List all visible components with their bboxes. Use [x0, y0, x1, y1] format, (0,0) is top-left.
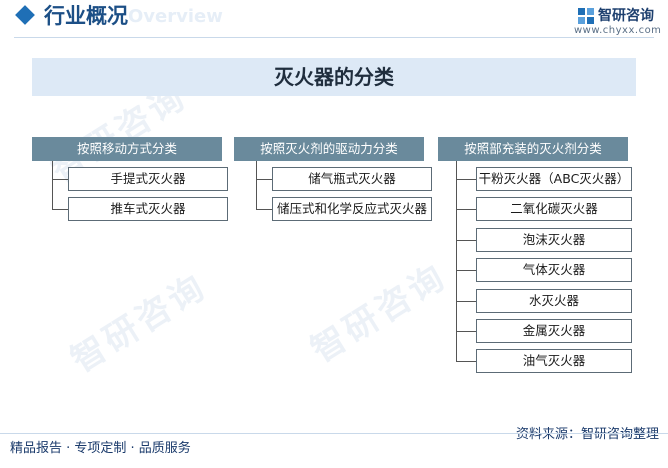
item-wheeled-extinguisher: 推车式灭火器 [68, 197, 228, 221]
header-diamond-icon [15, 5, 35, 25]
watermark-text: 智研咨询 [304, 256, 455, 371]
page-title: 行业概况 [44, 4, 128, 28]
item-foam-extinguisher: 泡沫灭火器 [476, 228, 632, 252]
connector-horizontal [456, 270, 476, 271]
item-portable-extinguisher: 手提式灭火器 [68, 167, 228, 191]
connector-horizontal [456, 361, 476, 362]
connector-horizontal [256, 209, 272, 210]
connector-horizontal [456, 209, 476, 210]
item-gas-extinguisher: 气体灭火器 [476, 258, 632, 282]
category-header-mobility: 按照移动方式分类 [32, 137, 222, 161]
connector-horizontal [456, 179, 476, 180]
item-co2-extinguisher: 二氧化碳灭火器 [476, 197, 632, 221]
category-header-propellant: 按照灭火剂的驱动力分类 [234, 137, 424, 161]
diagram-title: 灭火器的分类 [32, 58, 636, 96]
category-header-agent: 按照部充装的灭火剂分类 [438, 137, 628, 161]
connector-horizontal [52, 209, 68, 210]
connector-vertical [256, 161, 257, 209]
connector-horizontal [52, 179, 68, 180]
item-water-extinguisher: 水灭火器 [476, 289, 632, 313]
watermark-text: 智研咨询 [64, 266, 215, 381]
item-cartridge-extinguisher: 储气瓶式灭火器 [272, 167, 432, 191]
footer-tagline: 精品报告 · 专项定制 · 品质服务 [10, 441, 191, 456]
logo-url: www.chyxx.com [574, 25, 662, 36]
logo-name: 智研咨询 [598, 8, 654, 24]
connector-horizontal [456, 331, 476, 332]
footer-divider [0, 433, 668, 434]
connector-horizontal [256, 179, 272, 180]
item-metal-extinguisher: 金属灭火器 [476, 319, 632, 343]
connector-vertical [52, 161, 53, 209]
item-stored-pressure-extinguisher: 储压式和化学反应式灭火器 [272, 197, 432, 221]
connector-horizontal [456, 240, 476, 241]
logo-icon [578, 8, 594, 24]
item-dry-powder-extinguisher: 干粉灭火器（ABC灭火器） [476, 167, 632, 191]
item-oil-gas-extinguisher: 油气灭火器 [476, 349, 632, 373]
header-divider [14, 37, 654, 38]
header-title-watermark: Overview [128, 6, 223, 27]
connector-horizontal [456, 301, 476, 302]
